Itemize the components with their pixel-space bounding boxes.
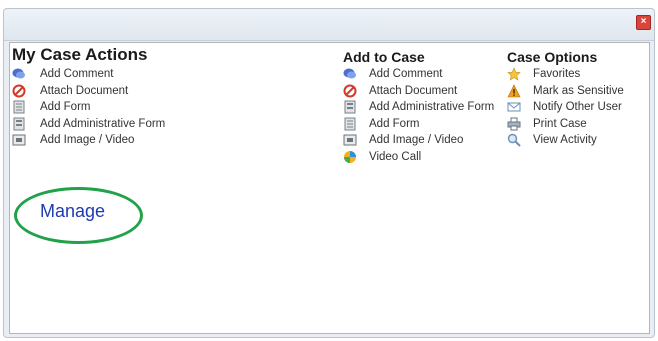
manage-link[interactable]: Manage [40, 201, 105, 222]
attach-icon [343, 84, 357, 98]
title-bar: × [4, 9, 654, 41]
warning-icon [507, 83, 521, 97]
favorites-link[interactable]: Favorites [507, 66, 647, 83]
comment-icon [12, 68, 25, 79]
my-case-actions-title: My Case Actions [12, 45, 148, 64]
case-options-title: Case Options [507, 49, 598, 65]
action-add-administrative-form[interactable]: Add Administrative Form [12, 116, 252, 133]
mark-as-sensitive-link[interactable]: Mark as Sensitive [507, 83, 647, 100]
action-label: Favorites [533, 68, 581, 80]
action-label: View Activity [533, 134, 597, 147]
my-case-actions-list: Add Comment Attach Document Add Form Add… [12, 66, 252, 149]
star-icon [507, 67, 521, 81]
attach-icon [12, 84, 26, 98]
form-icon [13, 100, 25, 114]
dialog-window: × My Case Actions Add Comment Attach Doc… [3, 8, 655, 338]
comment-icon [343, 68, 356, 79]
my-case-actions-section: My Case Actions Add Comment Attach Docum… [12, 45, 252, 149]
action-label: Add Image / Video [40, 134, 135, 147]
action-label: Attach Document [369, 84, 458, 97]
add-form-link[interactable]: Add Form [343, 116, 503, 133]
envelope-icon [507, 102, 521, 112]
action-label: Add Administrative Form [40, 117, 166, 130]
action-label: Add Image / Video [369, 134, 464, 147]
action-attach-document[interactable]: Attach Document [12, 83, 252, 100]
admin-form-icon [344, 100, 356, 114]
add-image-video-link[interactable]: Add Image / Video [343, 132, 503, 149]
printer-icon [507, 117, 521, 131]
action-add-form[interactable]: Add Form [12, 99, 252, 116]
case-options-list: Favorites Mark as Sensitive Notify Other… [507, 66, 647, 149]
admin-form-icon [13, 117, 25, 131]
print-case-link[interactable]: Print Case [507, 116, 647, 133]
add-administrative-form-link[interactable]: Add Administrative Form [343, 99, 503, 116]
case-actions-panel: My Case Actions Add Comment Attach Docum… [9, 42, 650, 334]
action-label: Add Form [40, 101, 91, 114]
action-label: Notify Other User [533, 101, 622, 114]
magnifier-icon [507, 134, 521, 148]
close-icon[interactable]: × [636, 15, 651, 30]
video-call-link[interactable]: Video Call [343, 149, 503, 166]
action-add-comment[interactable]: Add Comment [12, 66, 252, 83]
action-label: Mark as Sensitive [533, 84, 624, 97]
attach-document-link[interactable]: Attach Document [343, 83, 503, 100]
action-label: Video Call [369, 150, 422, 163]
add-comment-link[interactable]: Add Comment [343, 66, 503, 83]
action-add-image-video[interactable]: Add Image / Video [12, 132, 252, 149]
add-to-case-list: Add Comment Attach Document Add Administ… [343, 66, 503, 166]
add-to-case-title: Add to Case [343, 49, 425, 65]
form-icon [344, 117, 356, 131]
video-call-icon [344, 150, 356, 163]
action-label: Add Comment [40, 68, 114, 80]
action-label: Print Case [533, 117, 587, 130]
action-label: Add Administrative Form [369, 101, 495, 114]
add-to-case-section: Add to Case Add Comment Attach Document … [343, 49, 503, 166]
action-label: Add Comment [369, 68, 443, 80]
notify-other-user-link[interactable]: Notify Other User [507, 99, 647, 116]
image-icon [343, 134, 357, 146]
case-options-section: Case Options Favorites Mark as Sensitive… [507, 49, 647, 149]
action-label: Add Form [369, 117, 420, 130]
action-label: Attach Document [40, 84, 129, 97]
image-icon [12, 134, 26, 146]
view-activity-link[interactable]: View Activity [507, 132, 647, 149]
